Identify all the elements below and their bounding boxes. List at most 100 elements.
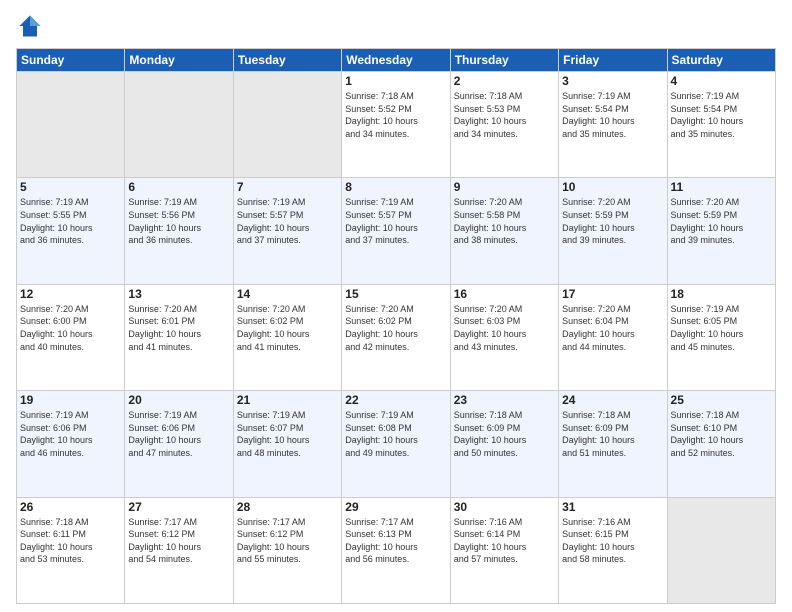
day-number: 24	[562, 393, 663, 407]
day-number: 17	[562, 287, 663, 301]
day-number: 8	[345, 180, 446, 194]
day-cell: 15 Sunrise: 7:20 AM Sunset: 6:02 PM Dayli…	[342, 284, 450, 390]
day-number: 9	[454, 180, 555, 194]
day-info: Sunrise: 7:20 AM Sunset: 6:04 PM Dayligh…	[562, 303, 663, 353]
day-cell: 17 Sunrise: 7:20 AM Sunset: 6:04 PM Dayli…	[559, 284, 667, 390]
day-cell: 28 Sunrise: 7:17 AM Sunset: 6:12 PM Dayli…	[233, 497, 341, 603]
day-number: 20	[128, 393, 229, 407]
week-row-4: 19 Sunrise: 7:19 AM Sunset: 6:06 PM Dayli…	[17, 391, 776, 497]
day-info: Sunrise: 7:16 AM Sunset: 6:15 PM Dayligh…	[562, 516, 663, 566]
page-container: SundayMondayTuesdayWednesdayThursdayFrid…	[0, 0, 792, 612]
day-cell: 21 Sunrise: 7:19 AM Sunset: 6:07 PM Dayli…	[233, 391, 341, 497]
weekday-header-sunday: Sunday	[17, 49, 125, 72]
day-number: 31	[562, 500, 663, 514]
day-info: Sunrise: 7:19 AM Sunset: 6:06 PM Dayligh…	[128, 409, 229, 459]
day-cell: 24 Sunrise: 7:18 AM Sunset: 6:09 PM Dayli…	[559, 391, 667, 497]
weekday-header-friday: Friday	[559, 49, 667, 72]
day-cell: 2 Sunrise: 7:18 AM Sunset: 5:53 PM Daylig…	[450, 72, 558, 178]
day-cell: 10Sunrise: 7:20 AM Sunset: 5:59 PM Dayli…	[559, 178, 667, 284]
day-number: 4	[671, 74, 772, 88]
day-info: Sunrise: 7:18 AM Sunset: 5:53 PM Dayligh…	[454, 90, 555, 140]
day-cell	[17, 72, 125, 178]
day-number: 15	[345, 287, 446, 301]
day-number: 6	[128, 180, 229, 194]
day-cell: 18 Sunrise: 7:19 AM Sunset: 6:05 PM Dayli…	[667, 284, 775, 390]
day-info: Sunrise: 7:20 AM Sunset: 6:01 PM Dayligh…	[128, 303, 229, 353]
day-cell: 11 Sunrise: 7:20 AM Sunset: 5:59 PM Dayli…	[667, 178, 775, 284]
day-number: 2	[454, 74, 555, 88]
day-cell: 27Sunrise: 7:17 AM Sunset: 6:12 PM Dayli…	[125, 497, 233, 603]
day-info: Sunrise: 7:19 AM Sunset: 6:05 PM Dayligh…	[671, 303, 772, 353]
day-cell: 12Sunrise: 7:20 AM Sunset: 6:00 PM Dayli…	[17, 284, 125, 390]
day-number: 19	[20, 393, 121, 407]
day-info: Sunrise: 7:18 AM Sunset: 6:09 PM Dayligh…	[562, 409, 663, 459]
day-number: 23	[454, 393, 555, 407]
day-number: 10	[562, 180, 663, 194]
day-number: 28	[237, 500, 338, 514]
day-cell: 22 Sunrise: 7:19 AM Sunset: 6:08 PM Dayli…	[342, 391, 450, 497]
day-number: 16	[454, 287, 555, 301]
day-cell: 23Sunrise: 7:18 AM Sunset: 6:09 PM Dayli…	[450, 391, 558, 497]
day-number: 18	[671, 287, 772, 301]
weekday-header-tuesday: Tuesday	[233, 49, 341, 72]
day-info: Sunrise: 7:19 AM Sunset: 5:54 PM Dayligh…	[671, 90, 772, 140]
day-number: 12	[20, 287, 121, 301]
week-row-2: 5 Sunrise: 7:19 AM Sunset: 5:55 PM Daylig…	[17, 178, 776, 284]
day-cell: 31 Sunrise: 7:16 AM Sunset: 6:15 PM Dayli…	[559, 497, 667, 603]
week-row-5: 26Sunrise: 7:18 AM Sunset: 6:11 PM Dayli…	[17, 497, 776, 603]
day-info: Sunrise: 7:20 AM Sunset: 5:59 PM Dayligh…	[671, 196, 772, 246]
weekday-header-row: SundayMondayTuesdayWednesdayThursdayFrid…	[17, 49, 776, 72]
day-info: Sunrise: 7:17 AM Sunset: 6:12 PM Dayligh…	[237, 516, 338, 566]
day-info: Sunrise: 7:18 AM Sunset: 6:11 PM Dayligh…	[20, 516, 121, 566]
day-info: Sunrise: 7:20 AM Sunset: 6:02 PM Dayligh…	[237, 303, 338, 353]
day-info: Sunrise: 7:19 AM Sunset: 5:55 PM Dayligh…	[20, 196, 121, 246]
day-cell: 13Sunrise: 7:20 AM Sunset: 6:01 PM Dayli…	[125, 284, 233, 390]
day-number: 25	[671, 393, 772, 407]
logo	[16, 12, 48, 40]
day-cell: 19 Sunrise: 7:19 AM Sunset: 6:06 PM Dayli…	[17, 391, 125, 497]
day-cell: 30 Sunrise: 7:16 AM Sunset: 6:14 PM Dayli…	[450, 497, 558, 603]
day-number: 21	[237, 393, 338, 407]
day-number: 30	[454, 500, 555, 514]
day-info: Sunrise: 7:20 AM Sunset: 6:02 PM Dayligh…	[345, 303, 446, 353]
day-number: 22	[345, 393, 446, 407]
calendar: SundayMondayTuesdayWednesdayThursdayFrid…	[16, 48, 776, 604]
day-cell: 6Sunrise: 7:19 AM Sunset: 5:56 PM Daylig…	[125, 178, 233, 284]
day-cell	[233, 72, 341, 178]
logo-icon	[16, 12, 44, 40]
day-info: Sunrise: 7:17 AM Sunset: 6:13 PM Dayligh…	[345, 516, 446, 566]
day-cell: 26Sunrise: 7:18 AM Sunset: 6:11 PM Dayli…	[17, 497, 125, 603]
day-info: Sunrise: 7:20 AM Sunset: 6:03 PM Dayligh…	[454, 303, 555, 353]
day-cell: 9Sunrise: 7:20 AM Sunset: 5:58 PM Daylig…	[450, 178, 558, 284]
day-cell	[667, 497, 775, 603]
weekday-header-thursday: Thursday	[450, 49, 558, 72]
day-cell: 5 Sunrise: 7:19 AM Sunset: 5:55 PM Daylig…	[17, 178, 125, 284]
day-cell: 20 Sunrise: 7:19 AM Sunset: 6:06 PM Dayli…	[125, 391, 233, 497]
day-cell: 16 Sunrise: 7:20 AM Sunset: 6:03 PM Dayli…	[450, 284, 558, 390]
day-info: Sunrise: 7:19 AM Sunset: 5:57 PM Dayligh…	[345, 196, 446, 246]
day-info: Sunrise: 7:19 AM Sunset: 6:08 PM Dayligh…	[345, 409, 446, 459]
day-info: Sunrise: 7:18 AM Sunset: 6:10 PM Dayligh…	[671, 409, 772, 459]
weekday-header-monday: Monday	[125, 49, 233, 72]
day-info: Sunrise: 7:19 AM Sunset: 5:57 PM Dayligh…	[237, 196, 338, 246]
day-cell: 1 Sunrise: 7:18 AM Sunset: 5:52 PM Daylig…	[342, 72, 450, 178]
header	[16, 12, 776, 40]
day-cell: 25 Sunrise: 7:18 AM Sunset: 6:10 PM Dayli…	[667, 391, 775, 497]
day-info: Sunrise: 7:19 AM Sunset: 6:06 PM Dayligh…	[20, 409, 121, 459]
day-info: Sunrise: 7:18 AM Sunset: 5:52 PM Dayligh…	[345, 90, 446, 140]
day-info: Sunrise: 7:19 AM Sunset: 6:07 PM Dayligh…	[237, 409, 338, 459]
day-info: Sunrise: 7:17 AM Sunset: 6:12 PM Dayligh…	[128, 516, 229, 566]
day-cell: 4 Sunrise: 7:19 AM Sunset: 5:54 PM Daylig…	[667, 72, 775, 178]
day-cell: 8 Sunrise: 7:19 AM Sunset: 5:57 PM Daylig…	[342, 178, 450, 284]
day-number: 29	[345, 500, 446, 514]
day-number: 1	[345, 74, 446, 88]
week-row-1: 1 Sunrise: 7:18 AM Sunset: 5:52 PM Daylig…	[17, 72, 776, 178]
day-number: 3	[562, 74, 663, 88]
day-number: 5	[20, 180, 121, 194]
day-cell: 3Sunrise: 7:19 AM Sunset: 5:54 PM Daylig…	[559, 72, 667, 178]
day-number: 11	[671, 180, 772, 194]
day-cell: 7Sunrise: 7:19 AM Sunset: 5:57 PM Daylig…	[233, 178, 341, 284]
day-info: Sunrise: 7:16 AM Sunset: 6:14 PM Dayligh…	[454, 516, 555, 566]
day-cell: 14 Sunrise: 7:20 AM Sunset: 6:02 PM Dayli…	[233, 284, 341, 390]
day-number: 14	[237, 287, 338, 301]
